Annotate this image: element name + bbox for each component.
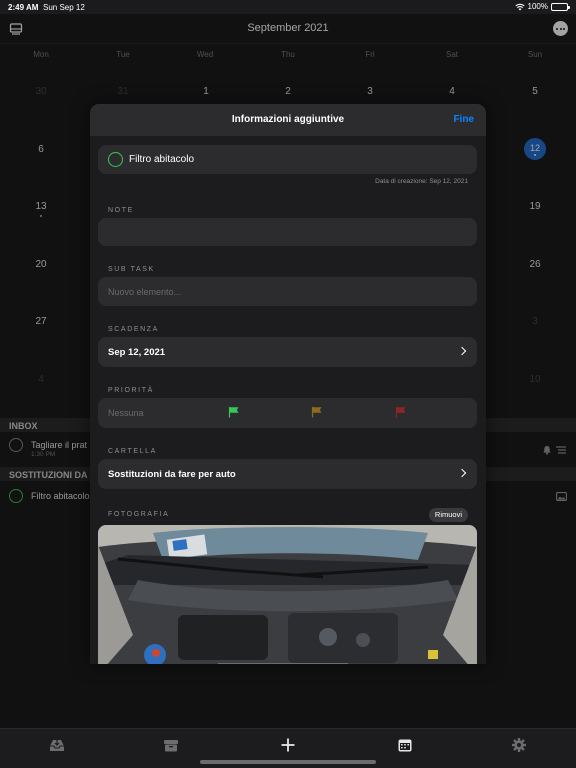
status-right: 100% (514, 2, 570, 11)
subtask-label: SUB TASK (108, 266, 155, 273)
status-time: 2:49 AM (8, 3, 39, 12)
due-label: SCADENZA (108, 326, 159, 333)
wifi-icon (514, 3, 525, 10)
note-label: NOTE (108, 207, 134, 214)
due-date-value: Sep 12, 2021 (108, 347, 166, 358)
priority-selector: Nessuna (98, 398, 477, 428)
calendar-icon[interactable] (397, 737, 413, 753)
task-checkbox[interactable] (108, 152, 123, 167)
chevron-right-icon (457, 346, 467, 356)
sheet-title: Informazioni aggiuntive (231, 114, 345, 125)
gear-icon[interactable] (511, 737, 527, 753)
task-name-value: Filtro abitacolo (129, 154, 195, 165)
creation-date: Data di creazione: Sep 12, 2021 (375, 178, 468, 185)
task-details-sheet: Informazioni aggiuntive Fine Filtro abit… (90, 104, 486, 664)
priority-none-option[interactable]: Nessuna (108, 408, 144, 418)
done-button[interactable]: Fine (453, 114, 474, 125)
chevron-right-icon (457, 468, 467, 478)
folder-value: Sostituzioni da fare per auto (108, 469, 236, 480)
flag-red-icon[interactable] (395, 406, 407, 418)
tray-icon[interactable] (49, 737, 65, 753)
note-input[interactable] (98, 218, 477, 246)
due-date-row[interactable]: Sep 12, 2021 (98, 337, 477, 367)
priority-label: PRIORITÀ (108, 387, 154, 394)
battery-icon (551, 2, 570, 11)
folder-row[interactable]: Sostituzioni da fare per auto (98, 459, 477, 489)
attached-photo[interactable] (98, 525, 477, 664)
flag-green-icon[interactable] (228, 406, 240, 418)
home-indicator (200, 760, 376, 764)
photo-label: FOTOGRAFIA (108, 511, 170, 518)
task-name-field[interactable]: Filtro abitacolo (98, 145, 477, 174)
remove-photo-button[interactable]: Rimuovi (428, 508, 468, 522)
engine-bay-image (98, 525, 477, 664)
status-date: Sun Sep 12 (43, 3, 85, 12)
battery-percent: 100% (527, 2, 548, 11)
sheet-header: Informazioni aggiuntive Fine (90, 104, 486, 136)
subtask-input[interactable]: Nuovo elemento... (98, 277, 477, 306)
folder-label: CARTELLA (108, 448, 157, 455)
archive-box-icon[interactable] (163, 737, 179, 753)
flag-yellow-icon[interactable] (311, 406, 323, 418)
subtask-placeholder: Nuovo elemento... (108, 287, 182, 297)
plus-icon[interactable] (280, 737, 296, 753)
status-bar: 2:49 AM Sun Sep 12 100% (0, 0, 576, 14)
